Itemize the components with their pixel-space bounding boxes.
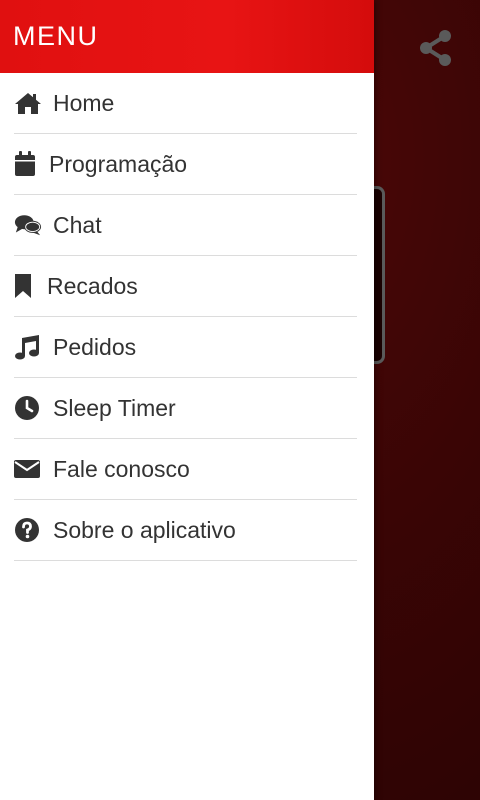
menu-item-label: Pedidos	[53, 333, 137, 360]
navigation-drawer: MENU Home Programação Chat Recados Pedid…	[0, 0, 374, 800]
menu-item-label: Programação	[49, 150, 188, 177]
share-button[interactable]	[414, 26, 458, 70]
menu-item-programacao[interactable]: Programação	[14, 134, 357, 195]
music-note-icon	[14, 333, 42, 361]
question-icon	[14, 516, 42, 544]
calendar-icon	[14, 150, 38, 178]
menu-item-pedidos[interactable]: Pedidos	[14, 317, 357, 378]
menu-item-label: Chat	[53, 211, 102, 238]
menu-item-sobre[interactable]: Sobre o aplicativo	[14, 500, 357, 561]
menu-item-chat[interactable]: Chat	[14, 195, 357, 256]
menu-item-label: Sobre o aplicativo	[53, 516, 236, 543]
clock-icon	[14, 394, 42, 422]
menu-item-label: Sleep Timer	[53, 394, 176, 421]
bookmark-icon	[14, 272, 36, 300]
menu-item-sleep-timer[interactable]: Sleep Timer	[14, 378, 357, 439]
menu-item-label: Home	[53, 89, 115, 116]
menu-item-label: Fale conosco	[53, 455, 190, 482]
menu-item-recados[interactable]: Recados	[14, 256, 357, 317]
envelope-icon	[14, 455, 42, 483]
drawer-header: MENU	[0, 0, 374, 73]
home-icon	[14, 89, 42, 117]
menu-list: Home Programação Chat Recados Pedidos Sl…	[0, 73, 374, 561]
drawer-title: MENU	[13, 21, 99, 51]
menu-item-label: Recados	[47, 272, 138, 299]
menu-item-fale-conosco[interactable]: Fale conosco	[14, 439, 357, 500]
share-icon	[419, 29, 453, 67]
menu-item-home[interactable]: Home	[14, 73, 357, 134]
chat-icon	[14, 211, 42, 239]
